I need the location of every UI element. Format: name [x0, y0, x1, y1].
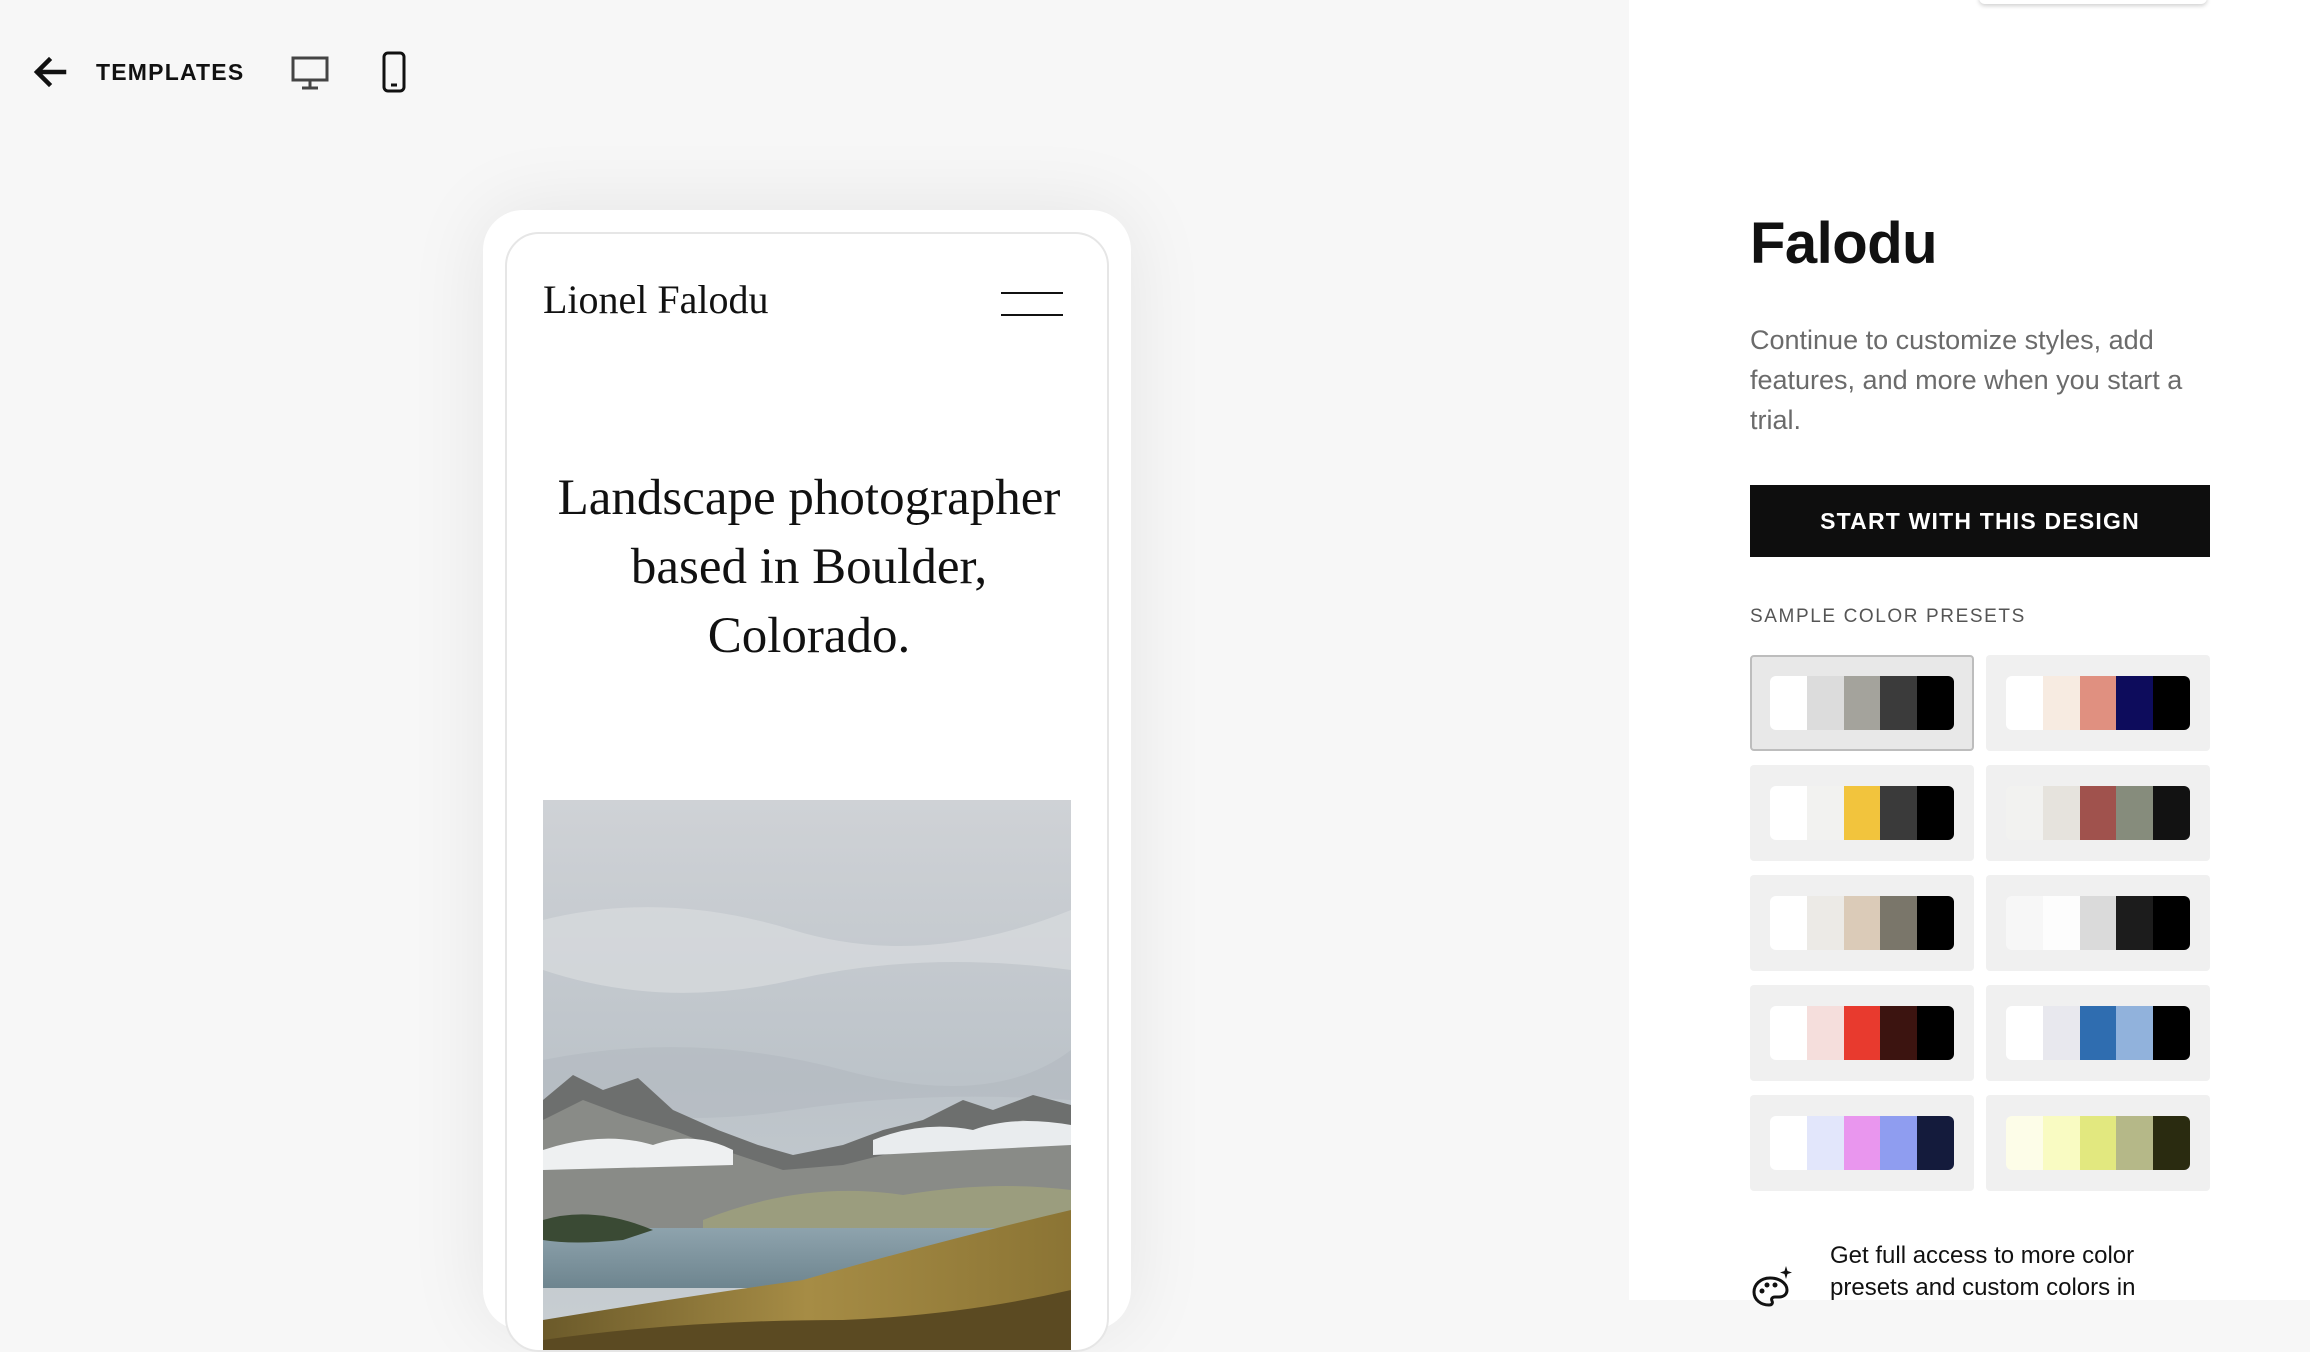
color-swatch	[2042, 676, 2080, 730]
color-access-notice: Get full access to more color presets an…	[1750, 1240, 2190, 1308]
color-presets-label: SAMPLE COLOR PRESETS	[1750, 606, 2026, 627]
hamburger-menu-icon[interactable]	[1001, 292, 1063, 316]
mobile-device-frame: Lionel Falodu Landscape photographer bas…	[483, 210, 1131, 1352]
mobile-icon	[382, 51, 406, 93]
back-label: TEMPLATES	[96, 58, 245, 85]
color-swatch	[2116, 1116, 2154, 1170]
color-swatch-row	[2006, 676, 2190, 730]
color-swatch	[2116, 896, 2154, 950]
color-swatch	[1880, 1116, 1918, 1170]
mobile-view-button[interactable]	[374, 50, 414, 94]
back-to-templates-button[interactable]: TEMPLATES	[30, 52, 244, 92]
color-swatch	[2079, 1116, 2117, 1170]
color-swatch	[1917, 896, 1954, 950]
color-presets-grid	[1750, 655, 2210, 1191]
start-with-this-design-button[interactable]: START WITH THIS DESIGN	[1750, 485, 2210, 557]
color-swatch	[1880, 896, 1918, 950]
site-name[interactable]: Lionel Falodu	[543, 276, 769, 323]
color-swatch	[1917, 676, 1954, 730]
color-swatch	[2006, 676, 2043, 730]
color-swatch	[2153, 1006, 2190, 1060]
color-swatch-row	[1770, 676, 1954, 730]
desktop-view-button[interactable]	[290, 50, 330, 94]
color-swatch-row	[2006, 1116, 2190, 1170]
color-swatch	[1917, 786, 1954, 840]
color-preset-card[interactable]	[1986, 875, 2210, 971]
color-preset-card[interactable]	[1750, 1095, 1974, 1191]
color-swatch	[1843, 896, 1881, 950]
color-swatch	[2116, 676, 2154, 730]
desktop-icon	[291, 56, 329, 90]
color-swatch	[2116, 786, 2154, 840]
color-swatch-row	[2006, 1006, 2190, 1060]
color-swatch	[2042, 896, 2080, 950]
color-swatch	[1880, 1006, 1918, 1060]
color-swatch	[1806, 1116, 1844, 1170]
template-details-panel: Falodu Continue to customize styles, add…	[1629, 0, 2310, 1307]
color-swatch	[1806, 1006, 1844, 1060]
color-swatch	[2006, 786, 2043, 840]
color-swatch	[1843, 786, 1881, 840]
preview-toolbar: TEMPLATES	[30, 46, 414, 98]
color-swatch	[2079, 1006, 2117, 1060]
color-swatch	[2079, 896, 2117, 950]
mountain-lake-landscape	[543, 800, 1071, 1350]
palette-sparkle-icon	[1752, 1266, 1792, 1307]
color-swatch	[1806, 786, 1844, 840]
color-swatch	[1770, 896, 1807, 950]
color-preset-card[interactable]	[1986, 765, 2210, 861]
color-swatch	[2153, 896, 2190, 950]
hero-headline: Landscape photographer based in Boulder,…	[557, 470, 1061, 664]
hero-image	[543, 800, 1071, 1350]
color-swatch	[2079, 676, 2117, 730]
color-swatch	[2153, 1116, 2190, 1170]
color-swatch	[1917, 1116, 1954, 1170]
color-preset-card[interactable]	[1750, 655, 1974, 751]
color-swatch-row	[1770, 1116, 1954, 1170]
color-swatch	[1770, 786, 1807, 840]
color-preset-card[interactable]	[1986, 655, 2210, 751]
color-swatch	[1880, 786, 1918, 840]
color-swatch	[1806, 896, 1844, 950]
color-swatch	[2042, 786, 2080, 840]
color-swatch	[2006, 896, 2043, 950]
color-swatch-row	[1770, 896, 1954, 950]
color-swatch	[2153, 676, 2190, 730]
color-swatch	[2006, 1116, 2043, 1170]
color-swatch	[1770, 1116, 1807, 1170]
panel-tab	[1979, 0, 2207, 4]
color-swatch	[1843, 676, 1881, 730]
color-swatch	[1770, 1006, 1807, 1060]
color-preset-card[interactable]	[1750, 765, 1974, 861]
color-swatch-row	[1770, 1006, 1954, 1060]
color-swatch	[2116, 1006, 2154, 1060]
color-preset-card[interactable]	[1986, 985, 2210, 1081]
color-swatch	[2079, 786, 2117, 840]
color-swatch	[1880, 676, 1918, 730]
color-swatch-row	[1770, 786, 1954, 840]
color-swatch	[2153, 786, 2190, 840]
color-preset-card[interactable]	[1750, 985, 1974, 1081]
color-preset-card[interactable]	[1750, 875, 1974, 971]
color-swatch	[1843, 1116, 1881, 1170]
color-swatch	[1843, 1006, 1881, 1060]
color-preset-card[interactable]	[1986, 1095, 2210, 1191]
color-swatch	[1806, 676, 1844, 730]
color-swatch	[1770, 676, 1807, 730]
color-swatch	[2042, 1116, 2080, 1170]
color-swatch	[1917, 1006, 1954, 1060]
color-access-text: Get full access to more color presets an…	[1830, 1242, 2136, 1301]
template-preview-area: TEMPLATES Lionel Falodu Landscape photog…	[0, 0, 1629, 1352]
template-description: Continue to customize styles, add featur…	[1750, 325, 2183, 435]
color-swatch-row	[2006, 786, 2190, 840]
color-swatch-row	[2006, 896, 2190, 950]
color-swatch	[2006, 1006, 2043, 1060]
mobile-screen: Lionel Falodu Landscape photographer bas…	[505, 232, 1109, 1352]
arrow-left-icon	[33, 56, 67, 88]
color-swatch	[2042, 1006, 2080, 1060]
template-title: Falodu	[1750, 211, 1938, 276]
